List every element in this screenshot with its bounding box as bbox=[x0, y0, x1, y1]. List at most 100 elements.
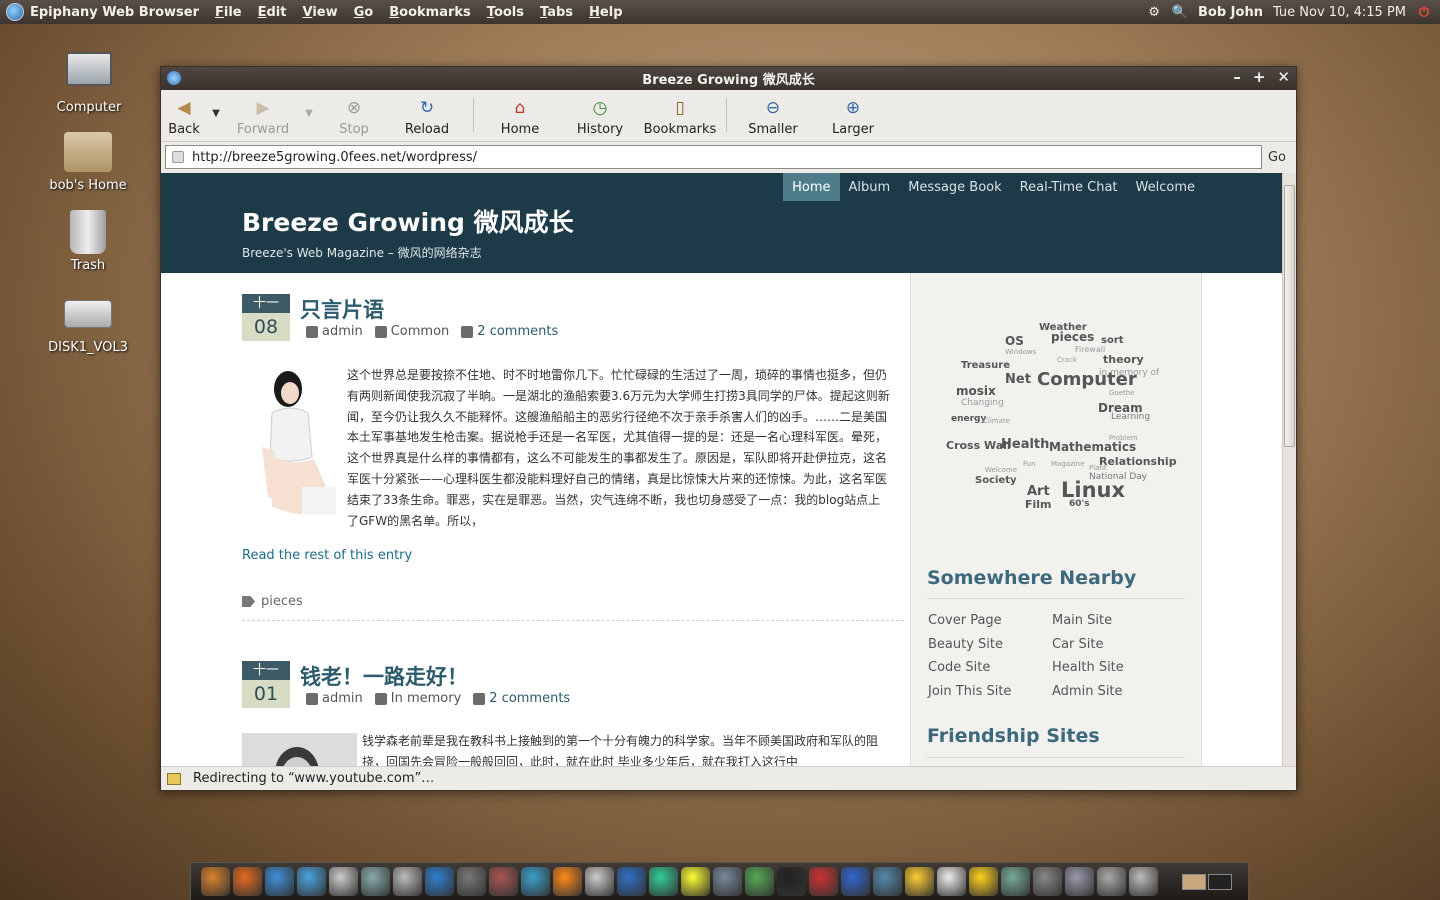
minimize-button[interactable]: – bbox=[1233, 68, 1241, 86]
usb-icon[interactable] bbox=[1033, 867, 1062, 896]
penguin-icon[interactable] bbox=[585, 867, 614, 896]
desktop-icon-home[interactable]: bob's Home bbox=[38, 132, 138, 193]
notes-icon[interactable] bbox=[905, 867, 934, 896]
bookmarks-button[interactable]: ▯ Bookmarks bbox=[640, 90, 720, 137]
terminal-icon[interactable] bbox=[777, 867, 806, 896]
tag-cloud-item[interactable]: Magazine bbox=[1051, 460, 1084, 468]
post-thumbnail[interactable] bbox=[242, 733, 357, 768]
go-button[interactable]: Go bbox=[1262, 150, 1292, 165]
tag-cloud-item[interactable]: Plant bbox=[1089, 464, 1107, 472]
history-button[interactable]: ◷ History bbox=[560, 90, 640, 137]
tag-cloud-item[interactable]: in memory of bbox=[1099, 368, 1159, 378]
location-input[interactable]: http://breeze5growing.0fees.net/wordpres… bbox=[165, 145, 1262, 169]
chat-icon[interactable] bbox=[713, 867, 742, 896]
window-titlebar[interactable]: Breeze Growing 微风成长 – + ✕ bbox=[161, 67, 1296, 90]
post-category[interactable]: In memory bbox=[391, 691, 462, 706]
nearby-link[interactable]: Car Site bbox=[1052, 637, 1176, 656]
zoom-in-button[interactable]: ⊕ Larger bbox=[813, 90, 893, 137]
clock[interactable]: Tue Nov 10, 4:15 PM bbox=[1273, 5, 1406, 20]
menu-file[interactable]: File bbox=[215, 5, 242, 20]
security-icon[interactable] bbox=[167, 772, 181, 785]
tag-cloud-item[interactable]: Welcome bbox=[985, 466, 1017, 474]
mail-icon[interactable] bbox=[329, 867, 358, 896]
post-author[interactable]: admin bbox=[322, 324, 363, 339]
vertical-scrollbar[interactable] bbox=[1282, 173, 1296, 768]
tag-cloud-item[interactable]: Film bbox=[1025, 498, 1052, 511]
office-icon[interactable] bbox=[841, 867, 870, 896]
tag-cloud-item[interactable]: OS bbox=[1005, 334, 1024, 348]
pdf-icon[interactable] bbox=[809, 867, 838, 896]
tag-cloud-item[interactable]: 60's bbox=[1069, 499, 1090, 509]
tag-cloud-item[interactable]: Treasure bbox=[961, 360, 1010, 371]
user-name[interactable]: Bob John bbox=[1198, 5, 1263, 20]
monitor-icon[interactable] bbox=[1065, 867, 1094, 896]
nearby-link[interactable]: Code Site bbox=[928, 660, 1052, 679]
post-title[interactable]: 钱老！一路走好！ bbox=[300, 661, 468, 691]
network-tray-icon[interactable]: ⚙ bbox=[1146, 4, 1162, 20]
post-thumbnail[interactable] bbox=[242, 367, 337, 517]
tag-cloud-item[interactable]: Goethe bbox=[1109, 389, 1135, 397]
app-name[interactable]: Epiphany Web Browser bbox=[30, 5, 199, 20]
qq-icon[interactable] bbox=[681, 867, 710, 896]
firefox-icon[interactable] bbox=[233, 867, 262, 896]
settings-icon[interactable] bbox=[201, 867, 230, 896]
workspace-2[interactable] bbox=[1208, 873, 1232, 890]
desktop-icon-disk[interactable]: DISK1_VOL3 bbox=[38, 290, 138, 355]
chart-icon[interactable] bbox=[649, 867, 678, 896]
menu-go[interactable]: Go bbox=[354, 5, 374, 20]
tag-cloud-item[interactable]: Learning bbox=[1111, 412, 1150, 422]
back-history-dropdown[interactable]: ▼ bbox=[203, 90, 229, 119]
tag-cloud-item[interactable]: Changing bbox=[961, 398, 1004, 408]
network-icon[interactable] bbox=[361, 867, 390, 896]
volume-icon[interactable] bbox=[1097, 867, 1126, 896]
stop-button[interactable]: ⊗ Stop bbox=[321, 90, 387, 137]
read-more-link[interactable]: Read the rest of this entry bbox=[242, 548, 412, 563]
tag-cloud-item[interactable]: Net bbox=[1005, 372, 1031, 387]
home-button[interactable]: ⌂ Home bbox=[480, 90, 560, 137]
earth-icon[interactable] bbox=[521, 867, 550, 896]
tag-cloud-item[interactable]: pieces bbox=[1051, 330, 1094, 344]
tag-cloud-item[interactable]: Crack bbox=[1057, 356, 1077, 364]
maximize-button[interactable]: + bbox=[1253, 68, 1266, 86]
desktop-icon-computer[interactable]: Computer bbox=[39, 46, 139, 115]
nav-message-book[interactable]: Message Book bbox=[899, 173, 1010, 201]
fish-icon[interactable] bbox=[553, 867, 582, 896]
menu-tabs[interactable]: Tabs bbox=[540, 5, 573, 20]
power-icon[interactable]: ⏻ bbox=[1416, 4, 1432, 20]
reload-button[interactable]: ↻ Reload bbox=[387, 90, 467, 137]
menu-edit[interactable]: Edit bbox=[258, 5, 287, 20]
post-author[interactable]: admin bbox=[322, 691, 363, 706]
post-category[interactable]: Common bbox=[391, 324, 450, 339]
window-icon[interactable] bbox=[167, 71, 181, 85]
nav-welcome[interactable]: Welcome bbox=[1127, 173, 1204, 201]
menu-help[interactable]: Help bbox=[589, 5, 622, 20]
tag-cloud-item[interactable]: theory bbox=[1103, 353, 1144, 366]
trash-icon[interactable] bbox=[1129, 867, 1158, 896]
tag-cloud-item[interactable]: Art bbox=[1027, 484, 1050, 499]
nearby-link[interactable]: Main Site bbox=[1052, 613, 1176, 632]
nav-home[interactable]: Home bbox=[783, 173, 840, 201]
workspace-1[interactable] bbox=[1182, 873, 1206, 890]
site-title[interactable]: Breeze Growing 微风成长 bbox=[242, 203, 574, 239]
globe-icon[interactable] bbox=[265, 867, 294, 896]
nav-real-time-chat[interactable]: Real-Time Chat bbox=[1011, 173, 1127, 201]
nearby-link[interactable]: Beauty Site bbox=[928, 637, 1052, 656]
thunderbird-icon[interactable] bbox=[297, 867, 326, 896]
nearby-link[interactable]: Cover Page bbox=[928, 613, 1052, 632]
tag-link[interactable]: pieces bbox=[261, 594, 303, 609]
epiphany-logo-icon[interactable] bbox=[6, 3, 24, 21]
nav-album[interactable]: Album bbox=[840, 173, 900, 201]
plane-icon[interactable] bbox=[425, 867, 454, 896]
zoom-out-button[interactable]: ⊖ Smaller bbox=[733, 90, 813, 137]
tag-cloud-item[interactable]: Society bbox=[975, 475, 1017, 486]
tag-cloud-item[interactable]: Mathematics bbox=[1049, 440, 1136, 454]
text-editor-icon[interactable] bbox=[937, 867, 966, 896]
back-button[interactable]: ◀ Back bbox=[165, 90, 203, 137]
search-icon[interactable]: 🔍 bbox=[1172, 4, 1188, 20]
eye-icon[interactable] bbox=[489, 867, 518, 896]
menu-view[interactable]: View bbox=[302, 5, 337, 20]
menu-bookmarks[interactable]: Bookmarks bbox=[389, 5, 471, 20]
people-icon[interactable] bbox=[745, 867, 774, 896]
tag-cloud-item[interactable]: Climate bbox=[983, 417, 1010, 425]
scrollbar-thumb[interactable] bbox=[1284, 185, 1295, 447]
